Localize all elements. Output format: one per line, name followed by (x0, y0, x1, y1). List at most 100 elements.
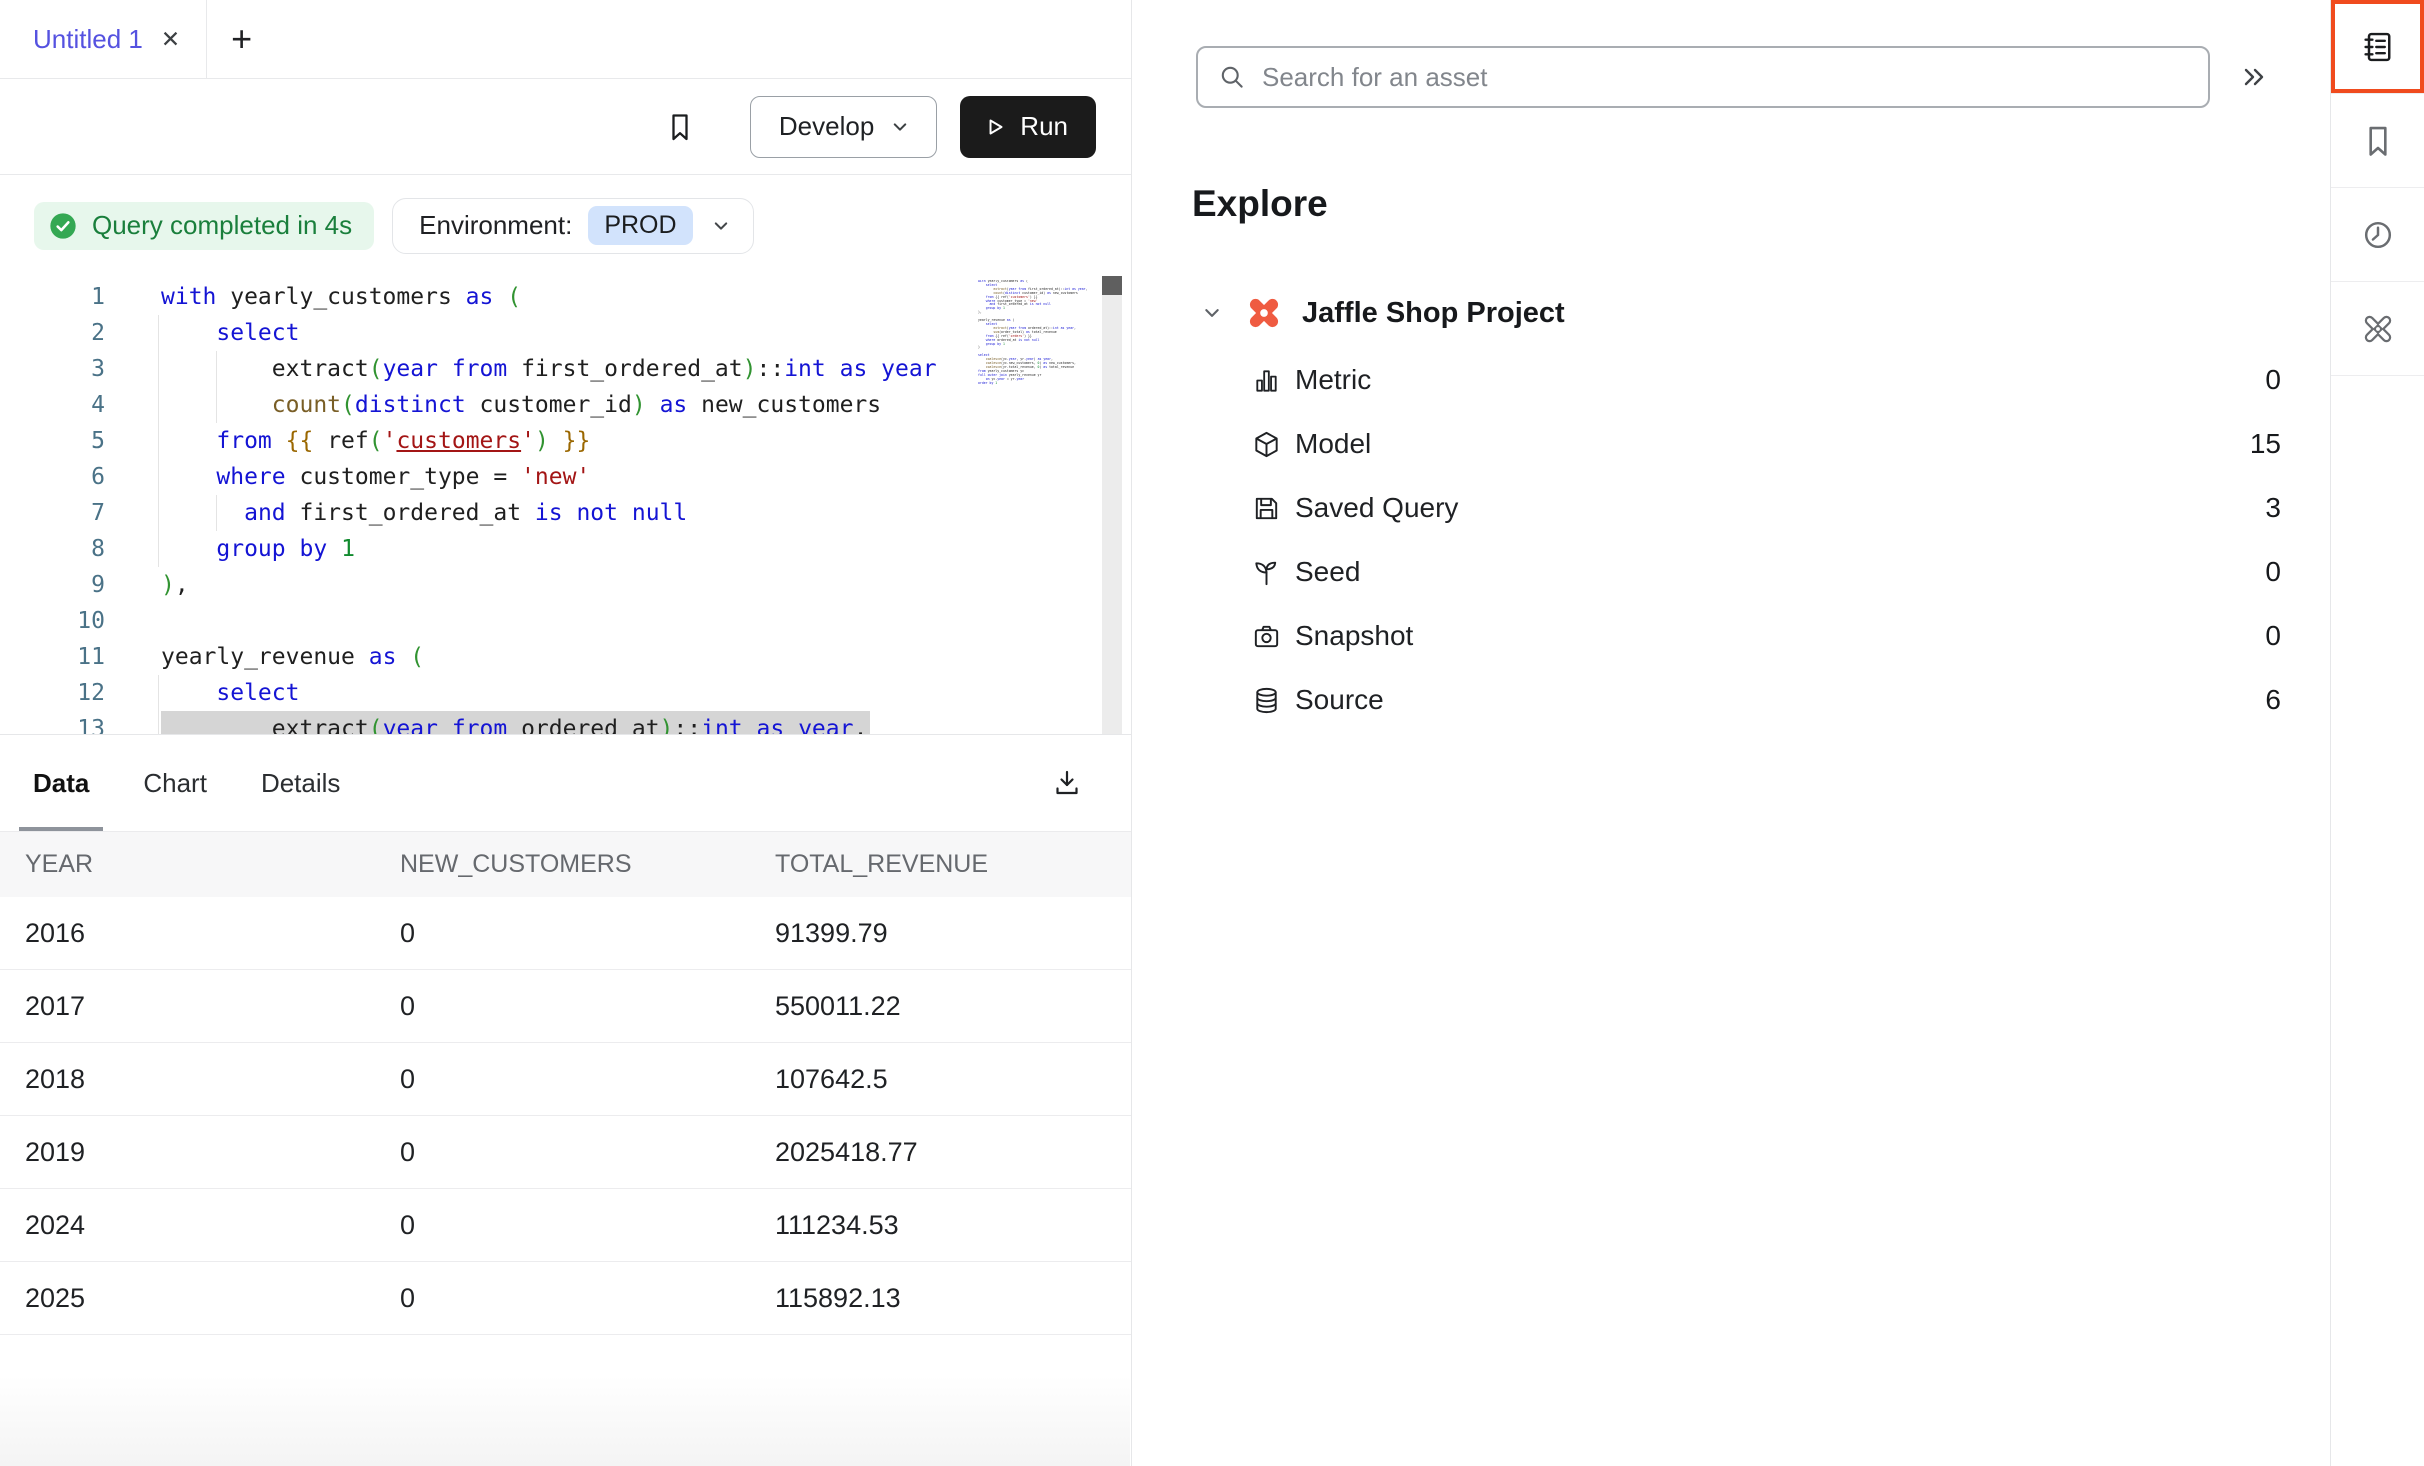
tree-item-label: Seed (1295, 556, 2265, 588)
code-line: extract(year from first_ordered_at)::int… (161, 351, 978, 387)
line-number-gutter: 12345678910111213 (0, 279, 105, 735)
editor-scrollbar[interactable] (1102, 276, 1122, 735)
table-cell: 0 (375, 1064, 750, 1095)
tab-details[interactable]: Details (247, 735, 354, 831)
tree-item-count: 0 (2265, 620, 2281, 652)
table-row: 20240111234.53 (0, 1189, 1131, 1262)
table-row: 20180107642.5 (0, 1043, 1131, 1116)
table-cell: 107642.5 (750, 1064, 1131, 1095)
chevron-down-icon (709, 214, 733, 238)
editor-minimap[interactable]: with yearly_customers as ( select extrac… (978, 280, 1102, 720)
table-cell: 0 (375, 918, 750, 949)
tree-item-label: Model (1295, 428, 2250, 460)
check-circle-icon (48, 211, 78, 241)
project-label: Jaffle Shop Project (1302, 297, 1565, 330)
line-number: 4 (0, 387, 105, 423)
sprout-icon (1251, 557, 1282, 588)
tree-item-count: 6 (2265, 684, 2281, 716)
table-cell: 550011.22 (750, 991, 1131, 1022)
rail-button-catalog-notebook[interactable] (2331, 0, 2424, 94)
line-number: 13 (0, 711, 105, 735)
results-table-header: YEARNEW_CUSTOMERSTOTAL_REVENUE (0, 831, 1131, 897)
tab-chart[interactable]: Chart (129, 735, 221, 831)
bar-chart-icon (1251, 365, 1282, 396)
catalog-notebook-icon (2360, 29, 2396, 65)
tree-item-seed[interactable]: Seed0 (1132, 540, 2330, 604)
scrollbar-thumb[interactable] (1102, 276, 1122, 295)
environment-selector[interactable]: Environment: PROD (392, 198, 753, 254)
table-cell: 2017 (0, 991, 375, 1022)
tree-item-count: 0 (2265, 364, 2281, 396)
table-cell: 0 (375, 1210, 750, 1241)
table-cell: 0 (375, 1283, 750, 1314)
tree-root-jaffle-shop-project[interactable]: Jaffle Shop Project (1132, 282, 2330, 344)
download-icon[interactable] (1047, 763, 1087, 803)
results-tabbar: Data Chart Details (0, 735, 1131, 831)
indent-guide (158, 675, 159, 735)
search-placeholder: Search for an asset (1262, 62, 1487, 93)
tree-item-metric[interactable]: Metric0 (1132, 348, 2330, 412)
code-line: with yearly_customers as ( (161, 279, 978, 315)
bookmark-icon (2360, 123, 2396, 159)
line-number: 5 (0, 423, 105, 459)
environment-label: Environment: (419, 210, 572, 241)
tree-item-count: 3 (2265, 492, 2281, 524)
table-cell: 2018 (0, 1064, 375, 1095)
table-cell: 2025 (0, 1283, 375, 1314)
table-cell: 0 (375, 991, 750, 1022)
tree-item-count: 15 (2250, 428, 2281, 460)
rail-button-history-clock[interactable] (2331, 188, 2424, 282)
rail-button-bookmark[interactable] (2331, 94, 2424, 188)
tree-item-snapshot[interactable]: Snapshot0 (1132, 604, 2330, 668)
tab-untitled-1[interactable]: Untitled 1 ✕ (0, 0, 207, 78)
line-number: 1 (0, 279, 105, 315)
table-cell: 2025418.77 (750, 1137, 1131, 1168)
database-icon (1251, 685, 1282, 716)
double-chevron-right-icon (2238, 61, 2270, 93)
close-tab-icon[interactable]: ✕ (161, 28, 180, 51)
develop-dropdown[interactable]: Develop (750, 96, 937, 158)
explore-panel: Search for an asset Explore Jaffle Shop … (1132, 0, 2331, 1466)
line-number: 7 (0, 495, 105, 531)
new-tab-button[interactable]: + (207, 0, 276, 78)
tree-item-count: 0 (2265, 556, 2281, 588)
indent-guide (158, 315, 159, 567)
rail-button-dbt-outline[interactable] (2331, 282, 2424, 376)
table-cell: 2019 (0, 1137, 375, 1168)
code-line: select (161, 675, 978, 711)
asset-tree: Jaffle Shop Project Metric0Model15Saved … (1132, 282, 2330, 732)
run-label: Run (1020, 111, 1068, 142)
query-status-row: Query completed in 4s Environment: PROD (0, 175, 1131, 276)
line-number: 10 (0, 603, 105, 639)
line-number: 9 (0, 567, 105, 603)
column-header: TOTAL_REVENUE (750, 850, 1131, 879)
query-status-badge: Query completed in 4s (34, 202, 374, 250)
code-line: group by 1 (161, 531, 978, 567)
tab-data[interactable]: Data (19, 735, 103, 831)
tab-label: Untitled 1 (33, 24, 143, 55)
editor-panel: Untitled 1 ✕ + Develop Run Query complet… (0, 0, 1132, 1466)
line-number: 2 (0, 315, 105, 351)
tree-item-source[interactable]: Source6 (1132, 668, 2330, 732)
bookmark-icon[interactable] (660, 107, 700, 147)
chevron-down-icon (888, 115, 912, 139)
collapse-panel-button[interactable] (2238, 61, 2270, 93)
develop-label: Develop (779, 111, 874, 142)
code-line: select (161, 315, 978, 351)
file-tabbar: Untitled 1 ✕ + (0, 0, 1131, 79)
search-input[interactable]: Search for an asset (1196, 46, 2210, 108)
asset-search-row: Search for an asset (1196, 46, 2270, 108)
app-window: Untitled 1 ✕ + Develop Run Query complet… (0, 0, 2424, 1466)
line-number: 6 (0, 459, 105, 495)
play-icon (982, 114, 1008, 140)
table-cell: 111234.53 (750, 1210, 1131, 1241)
line-number: 11 (0, 639, 105, 675)
line-number: 12 (0, 675, 105, 711)
cube-icon (1251, 429, 1282, 460)
table-cell: 0 (375, 1137, 750, 1168)
tree-item-saved-query[interactable]: Saved Query3 (1132, 476, 2330, 540)
tree-item-model[interactable]: Model15 (1132, 412, 2330, 476)
query-status-text: Query completed in 4s (92, 210, 352, 241)
sql-code-editor[interactable]: 12345678910111213 with yearly_customers … (0, 276, 1131, 735)
run-button[interactable]: Run (960, 96, 1096, 158)
